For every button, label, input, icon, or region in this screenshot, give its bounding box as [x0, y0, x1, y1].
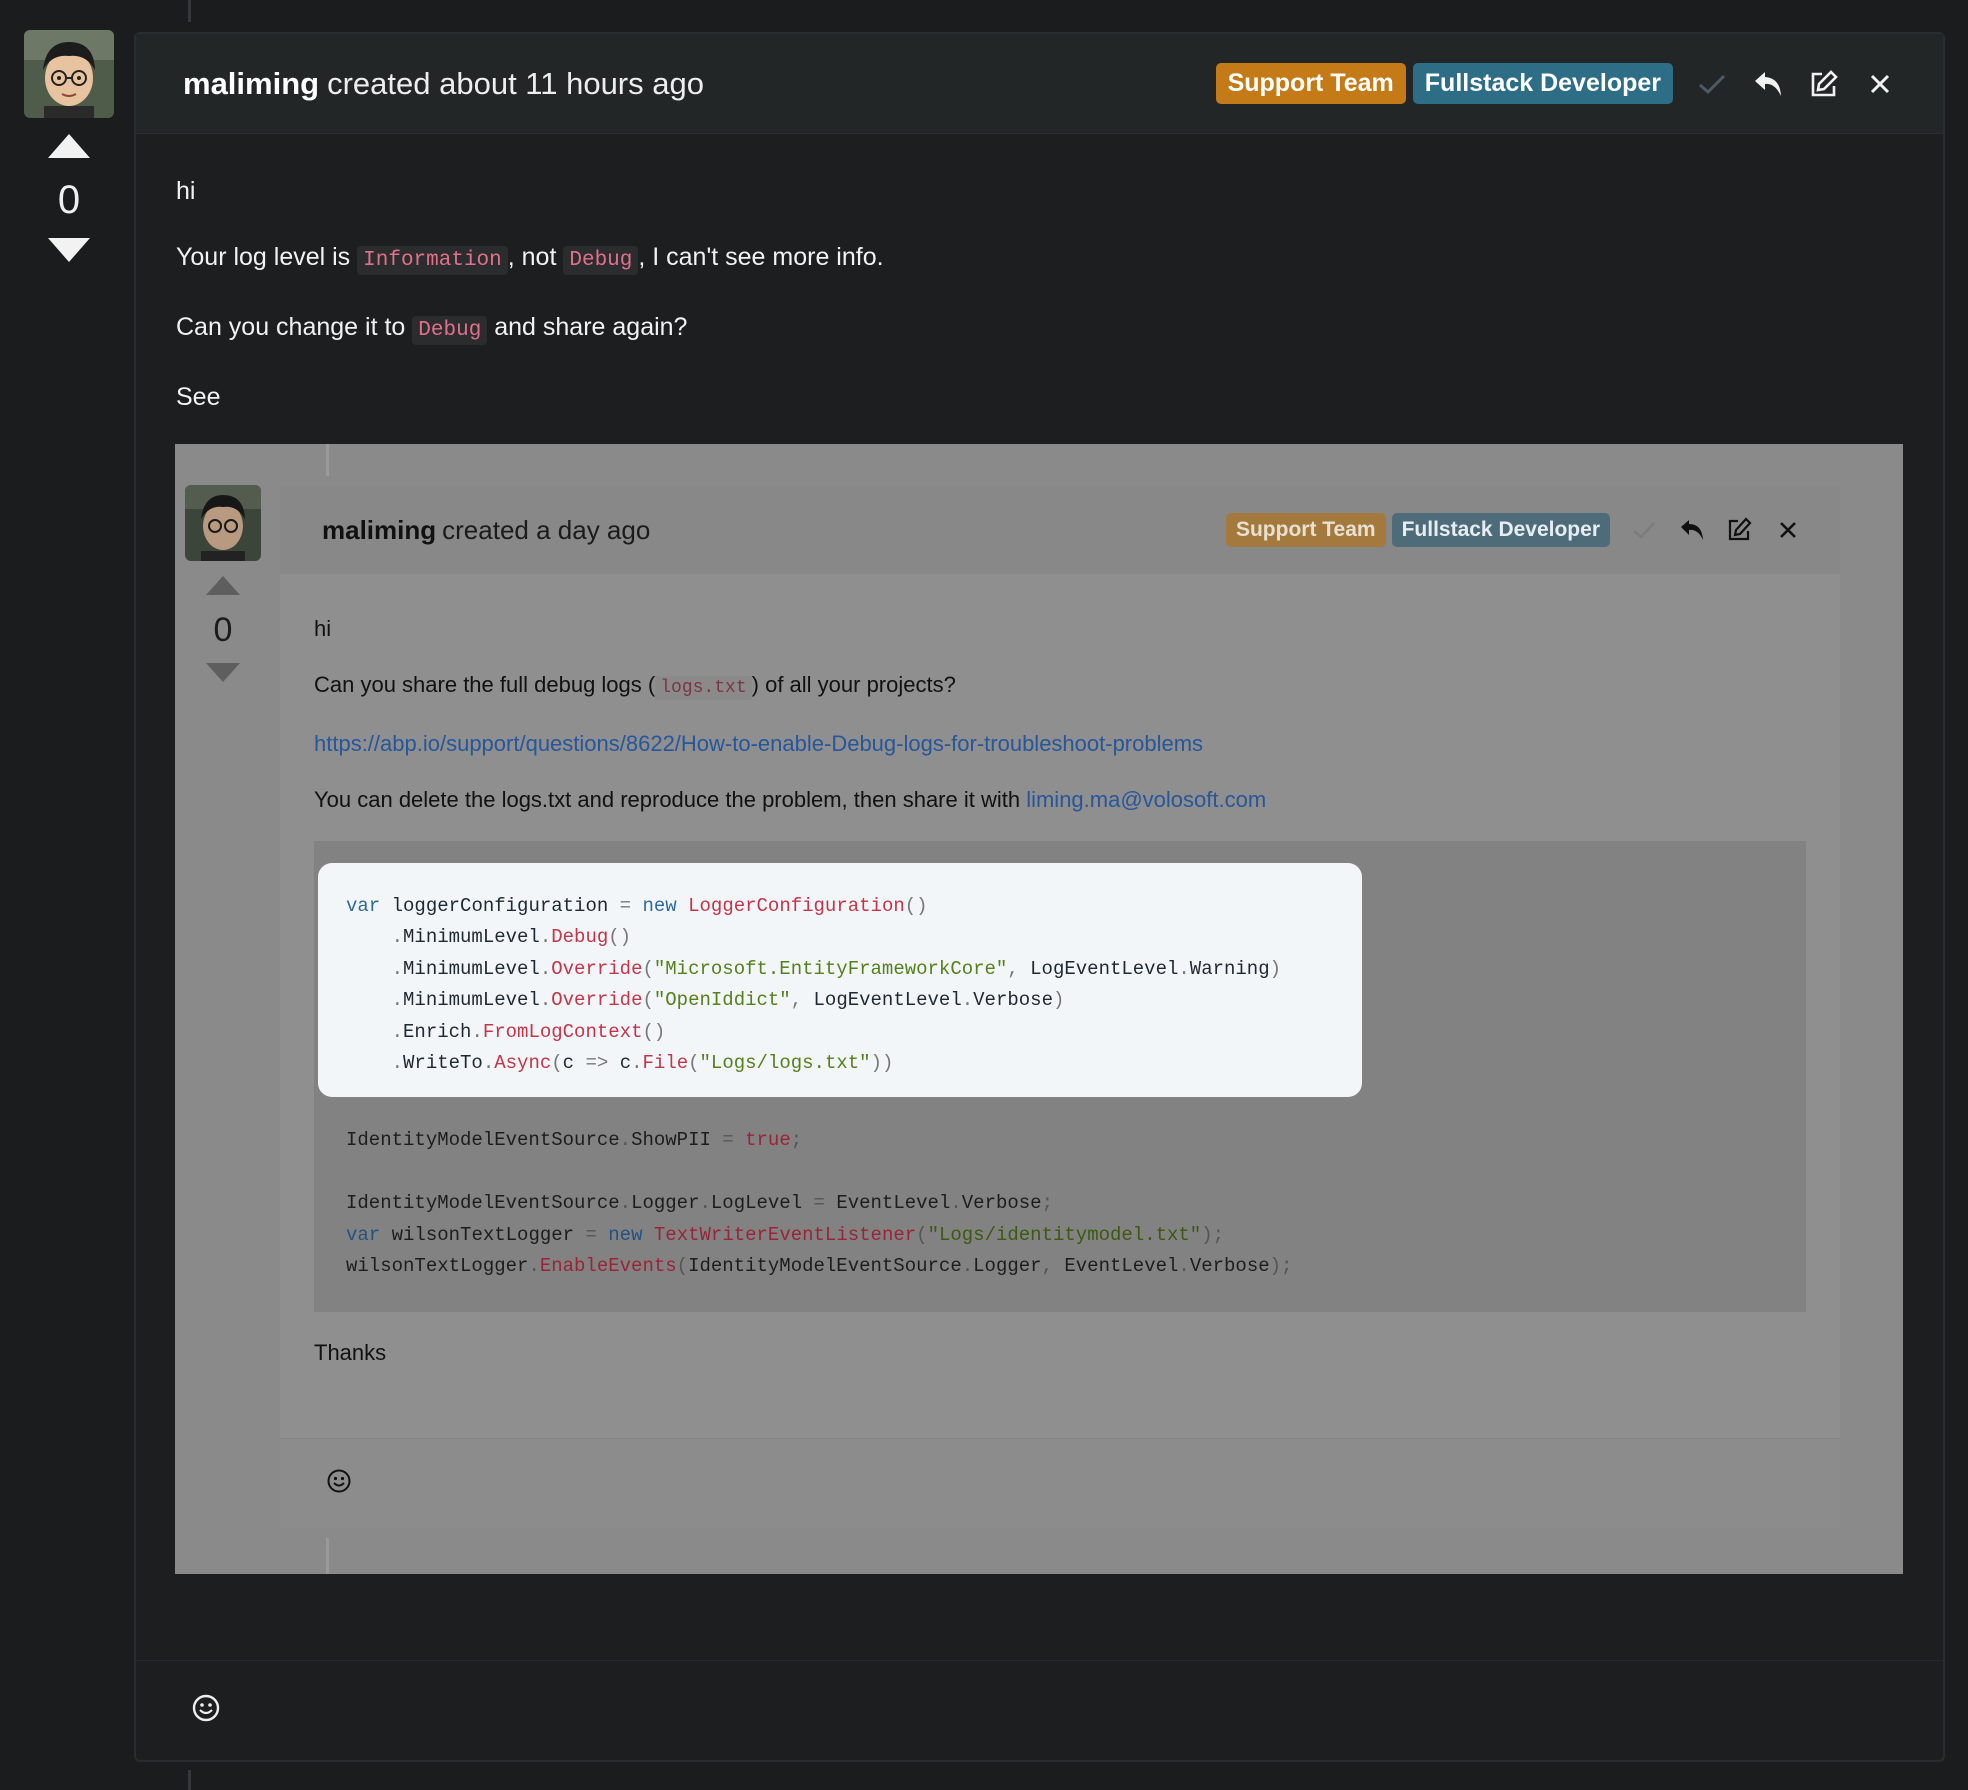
- close-icon: [1774, 516, 1802, 544]
- avatar[interactable]: [24, 30, 114, 118]
- thread-line-top: [188, 0, 191, 22]
- check-icon[interactable]: [1695, 67, 1729, 101]
- vote-widget: 0: [48, 134, 90, 262]
- triangle-up-icon: [206, 576, 240, 595]
- badge-fullstack-developer: Fullstack Developer: [1391, 513, 1610, 547]
- avatar: [185, 485, 261, 561]
- body-line: You can delete the logs.txt and reproduc…: [314, 787, 1267, 812]
- quoted-screenshot: 0 maliming created a day ago Support Tea…: [175, 444, 1903, 1574]
- badge-support-team: Support Team: [1225, 513, 1386, 547]
- body-line: See: [176, 383, 221, 411]
- code-block: var loggerConfiguration = new LoggerConf…: [314, 841, 1806, 1313]
- close-icon[interactable]: [1863, 67, 1897, 101]
- vote-count: 0: [213, 611, 233, 649]
- inline-code: Debug: [412, 316, 488, 345]
- body-line: Your log level is Information, not Debug…: [176, 240, 1903, 278]
- body-line: Thanks: [314, 1340, 387, 1366]
- reply-icon: [1678, 516, 1706, 544]
- reply-icon[interactable]: [1751, 67, 1785, 101]
- quoted-post-card: maliming created a day ago Support Team …: [280, 486, 1840, 1528]
- author-name: maliming: [322, 514, 437, 545]
- thread-line: [326, 444, 329, 476]
- edit-icon[interactable]: [1807, 67, 1841, 101]
- smiley-icon[interactable]: [191, 1693, 221, 1728]
- triangle-down-icon[interactable]: [48, 238, 90, 262]
- post-header: maliming created about 11 hours ago Supp…: [136, 34, 1943, 134]
- inline-code: Debug: [563, 246, 639, 275]
- created-time: created a day ago: [442, 514, 651, 545]
- email-link: liming.ma@volosoft.com: [1026, 787, 1267, 812]
- edit-icon: [1726, 516, 1754, 544]
- badge-support-team: Support Team: [1215, 63, 1406, 104]
- post-body: hi Your log level is Information, not De…: [136, 134, 1943, 414]
- body-line: hi: [176, 177, 196, 205]
- author-name[interactable]: maliming: [183, 66, 319, 102]
- vote-count: 0: [57, 178, 81, 222]
- body-line: hi: [314, 616, 332, 641]
- quoted-post-body: hi Can you share the full debug logs (lo…: [280, 574, 1840, 1368]
- code-block-highlighted: var loggerConfiguration = new LoggerConf…: [318, 863, 1362, 1098]
- triangle-down-icon: [206, 663, 240, 682]
- thread-line-bottom: [188, 1770, 191, 1790]
- post-footer: [136, 1660, 1943, 1760]
- inline-code: Information: [357, 246, 508, 275]
- created-time: created about 11 hours ago: [327, 65, 704, 101]
- vote-widget: 0: [205, 576, 241, 682]
- code-text: var loggerConfiguration = new LoggerConf…: [346, 895, 1282, 1075]
- code-block-plain: IdentityModelEventSource.ShowPII = true;…: [318, 1097, 1802, 1282]
- triangle-up-icon[interactable]: [48, 134, 90, 158]
- thread-line: [326, 1538, 329, 1574]
- code-text: IdentityModelEventSource.ShowPII = true;…: [346, 1129, 1293, 1278]
- smiley-icon: [326, 1468, 352, 1499]
- inline-code: logs.txt: [655, 676, 752, 700]
- quoted-post-header: maliming created a day ago Support Team …: [280, 486, 1840, 574]
- debug-logs-link: https://abp.io/support/questions/8622/Ho…: [314, 731, 1204, 756]
- quoted-post-footer: [280, 1438, 1840, 1528]
- badge-fullstack-developer: Fullstack Developer: [1412, 63, 1673, 104]
- check-icon: [1630, 516, 1658, 544]
- body-line: Can you share the full debug logs (logs.…: [314, 672, 956, 700]
- body-line: Can you change it to Debug and share aga…: [176, 310, 1903, 348]
